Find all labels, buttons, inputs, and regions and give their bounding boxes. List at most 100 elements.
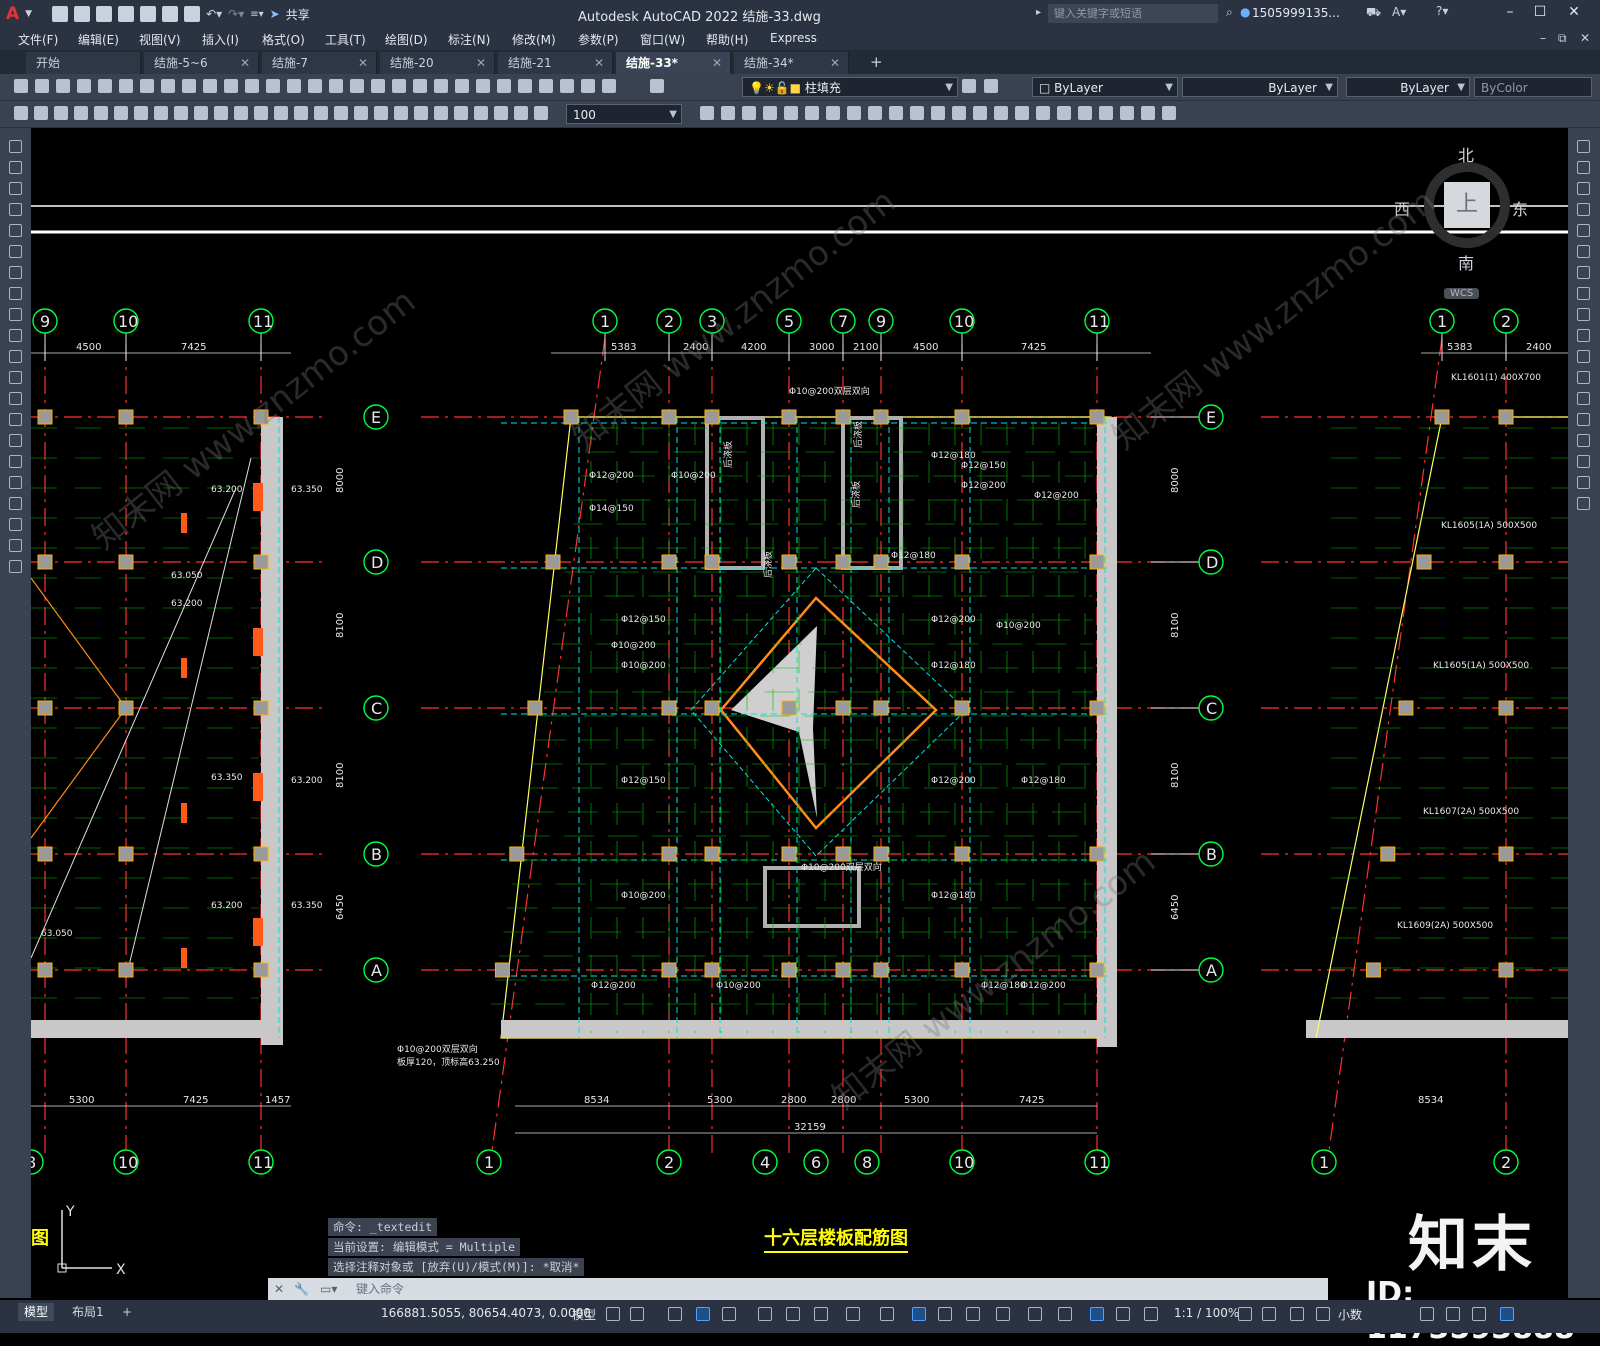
toolbar-tool-icon[interactable] [847, 106, 861, 120]
viewcube-north[interactable]: 北 [1458, 142, 1474, 166]
toolbar-tool-icon[interactable] [602, 79, 616, 93]
plotstyle-dropdown[interactable]: ByColor [1474, 77, 1592, 97]
toolbar-tool-icon[interactable] [274, 106, 288, 120]
tab-file[interactable]: 结施-5~6 ✕ [144, 52, 259, 74]
draw-tool-icon[interactable] [9, 455, 22, 468]
status-toggle-icon[interactable] [1144, 1307, 1158, 1321]
status-toggle-icon[interactable] [1262, 1307, 1276, 1321]
toolbar-tool-icon[interactable] [74, 106, 88, 120]
toolbar-tool-icon[interactable] [1015, 106, 1029, 120]
toolbar-tool-icon[interactable] [434, 106, 448, 120]
draw-tool-icon[interactable] [9, 287, 22, 300]
tab-file[interactable]: 结施-21 ✕ [498, 52, 613, 74]
save-icon[interactable] [96, 6, 113, 22]
toolbar-tool-icon[interactable] [287, 79, 301, 93]
save-web-icon[interactable] [162, 6, 179, 22]
toolbar-tool-icon[interactable] [374, 106, 388, 120]
draw-tool-icon[interactable] [9, 560, 22, 573]
draw-tool-icon[interactable] [9, 266, 22, 279]
toolbar-tool-icon[interactable] [392, 79, 406, 93]
close-command-line-icon[interactable]: ✕ [274, 1278, 284, 1300]
units-display[interactable]: 小数 [1338, 1306, 1362, 1323]
status-toggle-icon[interactable] [1316, 1307, 1330, 1321]
menu-format[interactable]: 格式(O) [262, 31, 305, 48]
toolbar-tool-icon[interactable] [134, 106, 148, 120]
status-toggle-icon[interactable] [846, 1307, 860, 1321]
command-line[interactable]: ✕ 🔧 ▭▾ 键入命令 [268, 1278, 1328, 1300]
toolbar-tool-icon[interactable] [114, 106, 128, 120]
status-toggle-icon[interactable] [1500, 1307, 1514, 1321]
search-input[interactable]: 键入关键字或短语 [1048, 4, 1218, 23]
toolbar-tool-icon[interactable] [77, 79, 91, 93]
new-file-icon[interactable] [52, 6, 69, 22]
share-button[interactable]: 共享 [286, 6, 310, 23]
modify-tool-icon[interactable] [1577, 161, 1590, 174]
new-tab-icon[interactable]: + [870, 53, 883, 71]
menu-draw[interactable]: 绘图(D) [385, 31, 428, 48]
doc-close-icon[interactable]: ✕ [1580, 31, 1590, 45]
open-file-icon[interactable] [74, 6, 91, 22]
draw-tool-icon[interactable] [9, 245, 22, 258]
expand-icon[interactable]: ▸ [1036, 7, 1041, 18]
menu-edit[interactable]: 编辑(E) [78, 31, 119, 48]
menu-express[interactable]: Express [770, 31, 817, 45]
draw-tool-icon[interactable] [9, 140, 22, 153]
status-toggle-icon[interactable] [1290, 1307, 1304, 1321]
modify-tool-icon[interactable] [1577, 245, 1590, 258]
viewcube-south[interactable]: 南 [1458, 250, 1474, 274]
toolbar-tool-icon[interactable] [1099, 106, 1113, 120]
modify-tool-icon[interactable] [1577, 413, 1590, 426]
customize-icon[interactable]: 🔧 [294, 1278, 309, 1300]
toolbar-tool-icon[interactable] [34, 106, 48, 120]
annotation-scale[interactable]: 1:1 / 100% [1174, 1306, 1239, 1320]
toolbar-tool-icon[interactable] [494, 106, 508, 120]
modify-tool-icon[interactable] [1577, 392, 1590, 405]
minimize-icon[interactable]: – [1500, 4, 1520, 20]
toolbar-tool-icon[interactable] [539, 79, 553, 93]
layer-dropdown[interactable]: 💡☀🔓■ 柱填充 ▼ [742, 77, 958, 97]
doc-restore-icon[interactable]: ⧉ [1558, 31, 1567, 46]
draw-tool-icon[interactable] [9, 413, 22, 426]
toolbar-tool-icon[interactable] [14, 79, 28, 93]
status-toggle-icon[interactable] [1446, 1307, 1460, 1321]
draw-tool-icon[interactable] [9, 329, 22, 342]
modify-tool-icon[interactable] [1577, 350, 1590, 363]
toolbar-tool-icon[interactable] [721, 106, 735, 120]
modify-tool-icon[interactable] [1577, 434, 1590, 447]
status-toggle-icon[interactable] [758, 1307, 772, 1321]
menu-window[interactable]: 窗口(W) [640, 31, 685, 48]
toolbar-tool-icon[interactable] [154, 106, 168, 120]
toolbar-tool-icon[interactable] [161, 79, 175, 93]
search-icon[interactable]: ⌕ [1226, 5, 1233, 20]
tab-close-icon[interactable]: ✕ [358, 52, 368, 74]
color-dropdown[interactable]: □ ByLayer ▼ [1032, 77, 1178, 97]
status-toggle-icon[interactable] [630, 1307, 644, 1321]
toolbar-tool-icon[interactable] [413, 79, 427, 93]
toolbar-tool-icon[interactable] [805, 106, 819, 120]
autodesk-app-icon[interactable]: A▾ [1392, 5, 1406, 19]
toolbar-tool-icon[interactable] [214, 106, 228, 120]
toolbar-tool-icon[interactable] [1078, 106, 1092, 120]
draw-tool-icon[interactable] [9, 203, 22, 216]
draw-tool-icon[interactable] [9, 308, 22, 321]
menu-modify[interactable]: 修改(M) [512, 31, 556, 48]
modify-tool-icon[interactable] [1577, 182, 1590, 195]
toolbar-tool-icon[interactable] [203, 79, 217, 93]
modify-tool-icon[interactable] [1577, 476, 1590, 489]
plot-icon[interactable] [184, 6, 201, 22]
status-toggle-icon[interactable] [966, 1307, 980, 1321]
toolbar-tool-icon[interactable] [224, 79, 238, 93]
toolbar-tool-icon[interactable] [56, 79, 70, 93]
help-icon[interactable]: ?▾ [1436, 4, 1448, 18]
toolbar-tool-icon[interactable] [1162, 106, 1176, 120]
status-toggle-icon[interactable] [1238, 1307, 1252, 1321]
toolbar-tool-icon[interactable] [984, 79, 998, 93]
toolbar-tool-icon[interactable] [514, 106, 528, 120]
close-icon[interactable]: ✕ [1564, 4, 1584, 20]
open-web-icon[interactable] [140, 6, 157, 22]
menu-tools[interactable]: 工具(T) [325, 31, 366, 48]
menu-insert[interactable]: 插入(I) [202, 31, 239, 48]
toolbar-tool-icon[interactable] [1036, 106, 1050, 120]
toolbar-tool-icon[interactable] [119, 79, 133, 93]
draw-tool-icon[interactable] [9, 161, 22, 174]
